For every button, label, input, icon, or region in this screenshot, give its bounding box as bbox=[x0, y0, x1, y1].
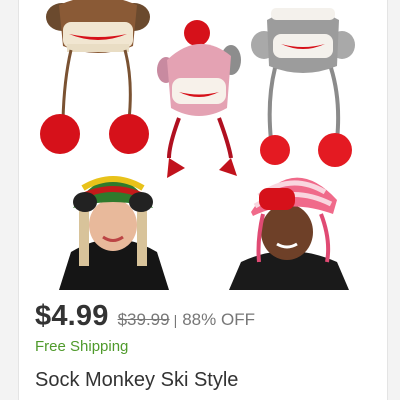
price-separator: | bbox=[173, 312, 178, 328]
hat-grey-monkey bbox=[251, 8, 355, 167]
product-title[interactable]: Sock Monkey Ski Style bbox=[35, 369, 238, 392]
model-striped-hat bbox=[59, 176, 169, 290]
sale-price: $4.99 bbox=[35, 300, 109, 332]
model-pink-hat bbox=[229, 177, 349, 290]
hat-brown-monkey bbox=[40, 0, 150, 154]
discount-badge: 88% OFF bbox=[182, 310, 255, 329]
shipping-label: Free Shipping bbox=[35, 338, 129, 355]
original-price: $39.99 bbox=[117, 310, 170, 329]
product-card[interactable]: $4.99 $39.99 | 88% OFF Free Shipping Soc… bbox=[18, 0, 388, 400]
product-image[interactable] bbox=[19, 0, 387, 290]
price-row: $4.99 $39.99 | 88% OFF bbox=[35, 300, 255, 333]
sock-monkey-hats-photo bbox=[40, 0, 355, 290]
hat-pink-monkey bbox=[157, 20, 241, 178]
